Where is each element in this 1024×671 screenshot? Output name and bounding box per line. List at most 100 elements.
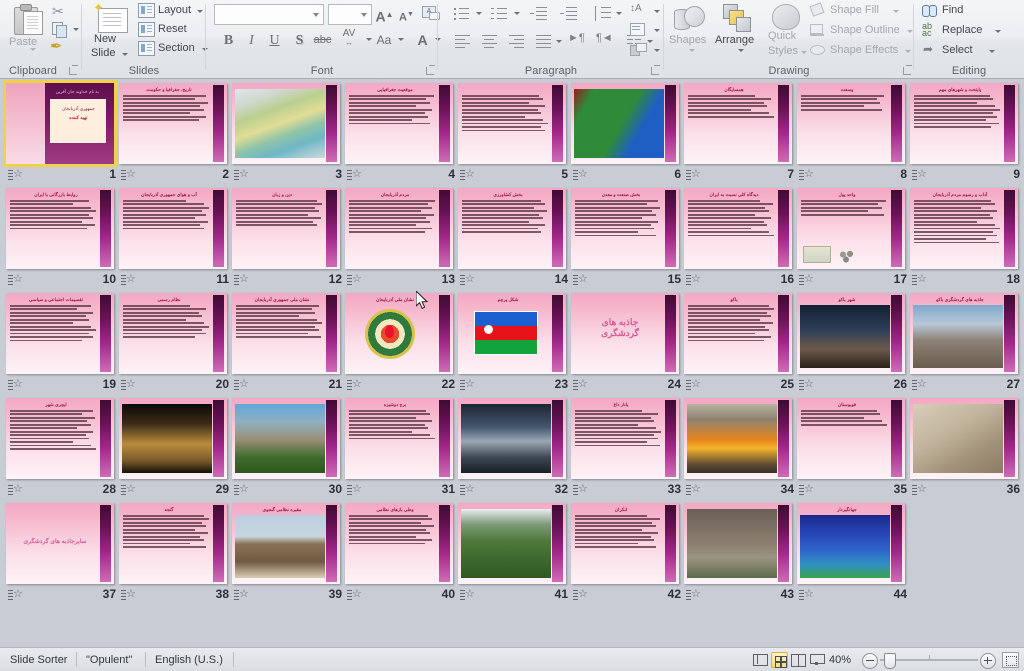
slide-thumbnail-34[interactable]: ☆ 34 xyxy=(684,398,797,503)
new-slide-chevron-icon[interactable] xyxy=(122,53,128,56)
slide-13-canvas[interactable]: مردم آذربایجان xyxy=(345,188,453,269)
slide-41-transition-icon[interactable]: ☆ xyxy=(460,588,476,601)
section-label[interactable]: Section xyxy=(158,42,195,54)
slide-10-canvas[interactable]: روابط بازرگانی با ایران xyxy=(6,188,114,269)
select-label[interactable]: Select xyxy=(942,44,973,56)
slide-thumbnail-12[interactable]: دین و زبان ☆ 12 xyxy=(232,188,345,293)
slide-12-canvas[interactable]: دین و زبان xyxy=(232,188,340,269)
font-size-input[interactable] xyxy=(328,4,372,25)
slide-21-transition-icon[interactable]: ☆ xyxy=(234,378,250,391)
slide-thumbnail-2[interactable]: تاریخ، جغرافیا و حکومت ☆ 2 xyxy=(119,83,232,188)
reset-icon[interactable] xyxy=(138,22,155,37)
clipboard-dialog-launcher[interactable] xyxy=(68,65,79,76)
slide-thumbnail-33[interactable]: یانار داغ ☆ 33 xyxy=(571,398,684,503)
slide-thumbnail-3[interactable]: ☆ 3 xyxy=(232,83,345,188)
slide-6-transition-icon[interactable]: ☆ xyxy=(573,168,589,181)
align-text-chevron-icon[interactable] xyxy=(654,29,660,32)
slide-22-transition-icon[interactable]: ☆ xyxy=(347,378,363,391)
slide-14-transition-icon[interactable]: ☆ xyxy=(460,273,476,286)
slide-42-canvas[interactable]: لنکران xyxy=(571,503,679,584)
reading-view-button[interactable] xyxy=(790,652,807,668)
text-direction-chevron-icon[interactable] xyxy=(654,10,660,13)
scissors-icon[interactable]: ✂ xyxy=(52,3,68,19)
numbering-icon[interactable] xyxy=(490,4,510,24)
slide-44-transition-icon[interactable]: ☆ xyxy=(799,588,815,601)
line-spacing-icon[interactable] xyxy=(593,4,613,24)
layout-chevron-icon[interactable] xyxy=(197,10,203,13)
slide-thumbnail-43[interactable]: ☆ 43 xyxy=(684,503,797,608)
slide-thumbnail-42[interactable]: لنکران ☆ 42 xyxy=(571,503,684,608)
slide-2-transition-icon[interactable]: ☆ xyxy=(121,168,137,181)
slide-30-transition-icon[interactable]: ☆ xyxy=(234,483,250,496)
shape-effects-label[interactable]: Shape Effects xyxy=(830,44,898,56)
slide-44-canvas[interactable]: جهانگیردار xyxy=(797,503,905,584)
bullets-chevron-icon[interactable] xyxy=(476,12,482,15)
slide-43-transition-icon[interactable]: ☆ xyxy=(686,588,702,601)
new-slide-icon[interactable]: ✦ xyxy=(93,1,128,33)
align-right-icon[interactable] xyxy=(506,32,526,52)
slide-thumbnail-17[interactable]: واحد پول ☆ 17 xyxy=(797,188,910,293)
slide-thumbnail-32[interactable]: ☆ 32 xyxy=(458,398,571,503)
shape-effects-chevron-icon[interactable] xyxy=(905,50,911,53)
slide-30-canvas[interactable] xyxy=(232,398,340,479)
slide-27-canvas[interactable]: جاذبه های گردشگری باکو xyxy=(910,293,1018,374)
slide-37-canvas[interactable]: سایرجاذبه های گردشگری xyxy=(6,503,114,584)
fit-to-window-button[interactable] xyxy=(1002,652,1019,668)
slide-12-transition-icon[interactable]: ☆ xyxy=(234,273,250,286)
slide-34-transition-icon[interactable]: ☆ xyxy=(686,483,702,496)
slide-4-transition-icon[interactable]: ☆ xyxy=(347,168,363,181)
slide-20-canvas[interactable]: نظام رسمی xyxy=(119,293,227,374)
find-icon[interactable] xyxy=(922,3,937,17)
drawing-dialog-launcher[interactable] xyxy=(902,65,913,76)
replace-label[interactable]: Replace xyxy=(942,24,982,36)
slide-41-canvas[interactable] xyxy=(458,503,566,584)
columns-chevron-icon[interactable] xyxy=(647,40,653,43)
slide-sorter-view-button[interactable] xyxy=(771,652,788,668)
slide-36-canvas[interactable] xyxy=(910,398,1018,479)
slide-29-canvas[interactable] xyxy=(119,398,227,479)
center-icon[interactable] xyxy=(479,32,499,52)
quick-styles-label-2[interactable]: Styles xyxy=(768,45,798,57)
font-name-chevron-icon[interactable] xyxy=(313,13,319,17)
shapes-chevron-icon[interactable] xyxy=(689,49,695,52)
slide-6-canvas[interactable] xyxy=(571,83,679,164)
slide-thumbnail-13[interactable]: مردم آذربایجان ☆ 13 xyxy=(345,188,458,293)
arrange-icon[interactable] xyxy=(723,4,751,32)
numbering-chevron-icon[interactable] xyxy=(514,12,520,15)
slide-thumbnail-28[interactable]: ایچری شهر ☆ 28 xyxy=(6,398,119,503)
status-theme-name[interactable]: "Opulent" xyxy=(78,652,140,668)
slide-thumbnail-41[interactable]: ☆ 41 xyxy=(458,503,571,608)
slide-26-transition-icon[interactable]: ☆ xyxy=(799,378,815,391)
slide-7-canvas[interactable]: همسایگان xyxy=(684,83,792,164)
slide-9-transition-icon[interactable]: ☆ xyxy=(912,168,928,181)
zoom-in-button[interactable] xyxy=(980,653,996,669)
slide-thumbnail-44[interactable]: جهانگیردار ☆ 44 xyxy=(797,503,910,608)
layout-icon[interactable] xyxy=(138,3,155,18)
slide-25-transition-icon[interactable]: ☆ xyxy=(686,378,702,391)
slide-thumbnail-38[interactable]: گنجه ☆ 38 xyxy=(119,503,232,608)
new-slide-label-2[interactable]: Slide xyxy=(91,47,115,59)
increase-indent-icon[interactable] xyxy=(560,4,580,24)
slide-9-canvas[interactable]: پایتخت و شهرهای مهم xyxy=(910,83,1018,164)
slide-40-transition-icon[interactable]: ☆ xyxy=(347,588,363,601)
slide-11-canvas[interactable]: آب و هوای جمهوری آذربایجان xyxy=(119,188,227,269)
slide-thumbnail-11[interactable]: آب و هوای جمهوری آذربایجان ☆ 11 xyxy=(119,188,232,293)
slide-43-canvas[interactable] xyxy=(684,503,792,584)
change-case-button[interactable]: Aa xyxy=(372,30,396,51)
slide-21-canvas[interactable]: نشان ملی جمهوری آذربایجان xyxy=(232,293,340,374)
change-case-chevron-icon[interactable] xyxy=(398,38,404,41)
slide-thumbnail-18[interactable]: آداب و رسوم مردم آذربایجان ☆ 18 xyxy=(910,188,1023,293)
slide-17-canvas[interactable]: واحد پول xyxy=(797,188,905,269)
text-direction-ltr-icon[interactable]: ►¶ xyxy=(568,32,588,52)
slide-thumbnail-31[interactable]: برج دوشیزه ☆ 31 xyxy=(345,398,458,503)
slide-thumbnail-21[interactable]: نشان ملی جمهوری آذربایجان ☆ 21 xyxy=(232,293,345,398)
slide-thumbnail-26[interactable]: شهر باکو ☆ 26 xyxy=(797,293,910,398)
slide-13-transition-icon[interactable]: ☆ xyxy=(347,273,363,286)
slide-10-transition-icon[interactable]: ☆ xyxy=(8,273,24,286)
font-size-chevron-icon[interactable] xyxy=(361,13,367,17)
copy-icon[interactable] xyxy=(52,22,68,38)
status-view-name[interactable]: Slide Sorter xyxy=(2,652,75,668)
slide-thumbnail-14[interactable]: بخش کشاورزی ☆ 14 xyxy=(458,188,571,293)
reset-label[interactable]: Reset xyxy=(158,23,187,35)
align-text-icon[interactable] xyxy=(630,23,645,37)
